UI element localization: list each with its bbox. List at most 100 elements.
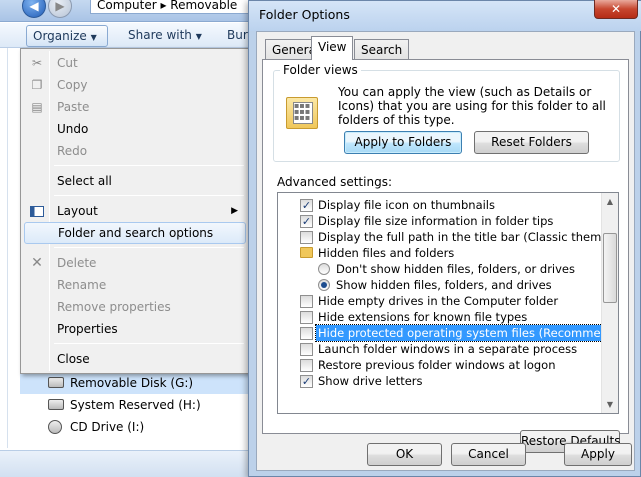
drive-item[interactable]: CD Drive (I:)	[20, 416, 256, 438]
advanced-settings-list[interactable]: ✓ Display file icon on thumbnails ✓ Display…	[277, 192, 619, 414]
apply-button[interactable]: Apply	[564, 443, 632, 466]
advanced-setting-row[interactable]: Launch folder windows in a separate proc…	[278, 341, 600, 357]
radio-icon[interactable]	[318, 263, 330, 275]
menu-item-undo[interactable]: Undo	[24, 118, 246, 140]
menu-item-label: Delete	[57, 256, 97, 270]
menu-item-label: Undo	[57, 122, 89, 136]
advanced-setting-row[interactable]: Hide protected operating system files (R…	[278, 324, 618, 342]
menu-item-close[interactable]: Close	[24, 348, 246, 370]
drive-label: CD Drive (I:)	[70, 420, 145, 434]
checkbox-icon[interactable]	[300, 311, 313, 324]
organize-button[interactable]: Organize ▼	[26, 25, 108, 47]
advanced-setting-row[interactable]: ✓ Display file size information in folder…	[278, 213, 600, 229]
advanced-setting-row[interactable]: Hide empty drives in the Computer folder	[278, 293, 600, 309]
menu-item-label: Paste	[57, 100, 90, 114]
checkbox-icon[interactable]	[300, 327, 313, 340]
menu-item-copy[interactable]: ❐ Copy	[24, 74, 246, 96]
cd-drive-icon	[48, 420, 62, 434]
checkbox-checked-icon[interactable]: ✓	[300, 199, 313, 212]
advanced-setting-label: Restore previous folder windows at logon	[318, 358, 556, 372]
ok-button[interactable]: OK	[367, 443, 442, 466]
folder-options-dialog: Folder Options ✕ General View Search Fol…	[248, 0, 641, 477]
checkbox-checked-icon[interactable]: ✓	[300, 375, 313, 388]
radio-selected-icon[interactable]	[318, 279, 330, 291]
menu-separator	[54, 165, 244, 166]
drive-icon	[48, 377, 64, 388]
tab-search[interactable]: Search	[354, 39, 410, 60]
advanced-setting-row[interactable]: Hidden files and folders	[278, 245, 600, 261]
dialog-body: General View Search Folder views ▪▪▪ ▪▪▪…	[256, 31, 635, 471]
menu-item-select-all[interactable]: Select all	[24, 170, 246, 192]
checkbox-icon[interactable]	[300, 359, 313, 372]
advanced-setting-row[interactable]: Restore previous folder windows at logon	[278, 357, 600, 373]
chevron-down-icon: ▼	[195, 32, 202, 41]
checkbox-checked-icon[interactable]: ✓	[300, 215, 313, 228]
menu-item-label: Layout	[57, 204, 98, 218]
reset-folders-button[interactable]: Reset Folders	[474, 131, 589, 154]
scroll-up-icon[interactable]: ▲	[602, 193, 618, 210]
advanced-setting-label: Launch folder windows in a separate proc…	[318, 342, 578, 356]
drive-label: System Reserved (H:)	[70, 398, 201, 412]
advanced-setting-row[interactable]: ✓ Show drive letters	[278, 373, 600, 389]
scroll-down-icon[interactable]: ▼	[602, 396, 618, 413]
menu-item-rename[interactable]: Rename	[24, 274, 246, 296]
chevron-down-icon: ▼	[90, 33, 97, 42]
scrollbar-thumb[interactable]	[603, 233, 617, 303]
advanced-setting-label: Don't show hidden files, folders, or dri…	[336, 262, 576, 276]
menu-item-paste[interactable]: ▤ Paste	[24, 96, 246, 118]
scissors-icon: ✂	[31, 56, 43, 70]
navigation-pane-edge	[0, 48, 8, 448]
menu-item-label: Close	[57, 352, 90, 366]
folder-views-icon: ▪▪▪ ▪▪▪ ▪▪▪	[286, 97, 318, 129]
advanced-setting-row[interactable]: ✓ Display file icon on thumbnails	[278, 197, 600, 213]
folder-icon	[300, 247, 313, 258]
menu-item-cut[interactable]: ✂ Cut	[24, 52, 246, 74]
checkbox-icon[interactable]	[300, 231, 313, 244]
organize-label: Organize	[33, 29, 87, 43]
folder-views-group: Folder views ▪▪▪ ▪▪▪ ▪▪▪ You can apply t…	[273, 63, 620, 162]
advanced-setting-row[interactable]: Don't show hidden files, folders, or dri…	[278, 261, 600, 277]
drive-item[interactable]: System Reserved (H:)	[20, 394, 256, 416]
checkbox-icon[interactable]	[300, 343, 313, 356]
advanced-setting-row[interactable]: Hide extensions for known file types	[278, 309, 600, 325]
share-with-button[interactable]: Share with ▼	[128, 28, 202, 42]
paste-icon: ▤	[31, 100, 43, 114]
advanced-setting-row[interactable]: Display the full path in the title bar (…	[278, 229, 618, 245]
menu-item-label: Properties	[57, 322, 118, 336]
menu-item-properties[interactable]: Properties	[24, 318, 246, 340]
layout-icon	[30, 206, 44, 217]
cancel-button[interactable]: Cancel	[451, 443, 526, 466]
advanced-setting-label: Hide protected operating system files (R…	[315, 324, 618, 342]
advanced-setting-label: Display file size information in folder …	[318, 214, 554, 228]
vertical-scrollbar[interactable]: ▲ ▼	[601, 193, 618, 413]
copy-icon: ❐	[31, 78, 43, 92]
menu-item-label: Select all	[57, 174, 112, 188]
menu-item-delete[interactable]: ✕ Delete	[24, 252, 246, 274]
advanced-setting-label: Display the full path in the title bar (…	[318, 230, 619, 244]
menu-item-label: Folder and search options	[58, 226, 214, 240]
checkbox-icon[interactable]	[300, 295, 313, 308]
menu-item-label: Remove properties	[57, 300, 171, 314]
menu-item-redo[interactable]: Redo	[24, 140, 246, 162]
menu-item-layout[interactable]: Layout ▶	[24, 200, 246, 222]
view-tab-panel: Folder views ▪▪▪ ▪▪▪ ▪▪▪ You can apply t…	[262, 59, 629, 453]
delete-x-icon: ✕	[31, 255, 43, 271]
advanced-setting-label: Show hidden files, folders, and drives	[336, 278, 552, 292]
menu-separator	[54, 343, 244, 344]
menu-item-remove-properties[interactable]: Remove properties	[24, 296, 246, 318]
forward-arrow-icon[interactable]: ▶	[48, 0, 72, 18]
advanced-setting-label: Hidden files and folders	[318, 246, 455, 260]
folder-views-description: You can apply the view (such as Details …	[338, 85, 606, 127]
drive-item[interactable]: Removable Disk (G:)	[20, 372, 256, 394]
menu-item-folder-and-search-options[interactable]: Folder and search options	[24, 222, 246, 244]
drive-icon	[48, 399, 64, 410]
tab-view[interactable]: View	[311, 36, 354, 60]
advanced-setting-row[interactable]: Show hidden files, folders, and drives	[278, 277, 600, 293]
dialog-title: Folder Options	[259, 7, 350, 22]
dialog-title-bar: Folder Options ✕	[249, 0, 641, 31]
back-arrow-icon[interactable]: ◀	[22, 0, 46, 18]
close-icon[interactable]: ✕	[594, 0, 638, 19]
advanced-settings-label: Advanced settings:	[277, 175, 392, 189]
apply-to-folders-button[interactable]: Apply to Folders	[344, 131, 462, 154]
menu-separator	[54, 195, 244, 196]
